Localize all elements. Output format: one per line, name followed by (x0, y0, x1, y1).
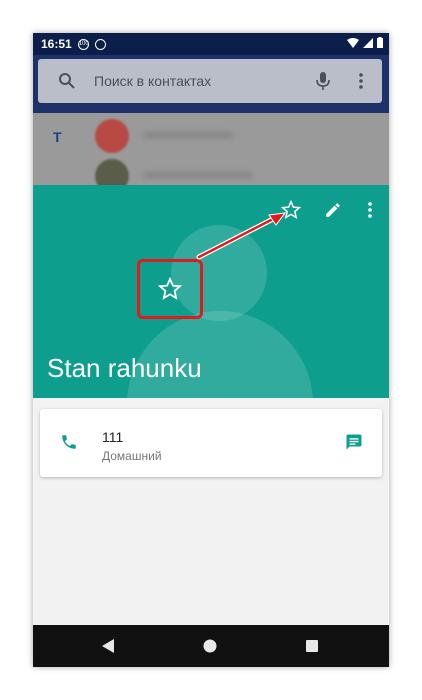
recents-icon[interactable] (303, 637, 321, 655)
blurred-contact-name (143, 171, 253, 179)
phone-type-label: Домашний (102, 449, 162, 463)
status-time: 16:51 (41, 37, 72, 51)
search-icon[interactable] (58, 72, 76, 90)
phone-entry-card[interactable]: 111 Домашний (40, 409, 382, 477)
signal-icon (363, 37, 373, 48)
contacts-list-dimmed: T (33, 113, 389, 193)
home-icon[interactable] (201, 637, 219, 655)
sync-icon (94, 38, 106, 50)
contact-header: Stan rahunku (33, 185, 389, 398)
phone-icon[interactable] (60, 433, 78, 451)
phone-screen: 16:51 100 Поиск в контактах T Stan rahun… (33, 33, 389, 667)
blurred-contact-name (143, 131, 233, 139)
wifi-icon (347, 37, 359, 48)
search-bar[interactable]: Поиск в контактах (38, 59, 382, 103)
battery-icon (377, 37, 383, 48)
contact-name: Stan rahunku (47, 353, 202, 383)
phone-number[interactable]: 111 (102, 429, 123, 445)
back-icon[interactable] (99, 637, 117, 655)
more-vert-icon[interactable] (358, 72, 364, 90)
search-area: Поиск в контактах (33, 55, 389, 113)
section-letter: T (53, 129, 62, 145)
status-bar: 16:51 100 (33, 33, 389, 55)
notification-badge-icon: 100 (77, 38, 89, 50)
navigation-bar (33, 625, 389, 667)
message-icon[interactable] (345, 433, 363, 451)
search-input[interactable]: Поиск в контактах (94, 73, 211, 89)
mic-icon[interactable] (316, 71, 330, 91)
avatar (95, 119, 129, 153)
